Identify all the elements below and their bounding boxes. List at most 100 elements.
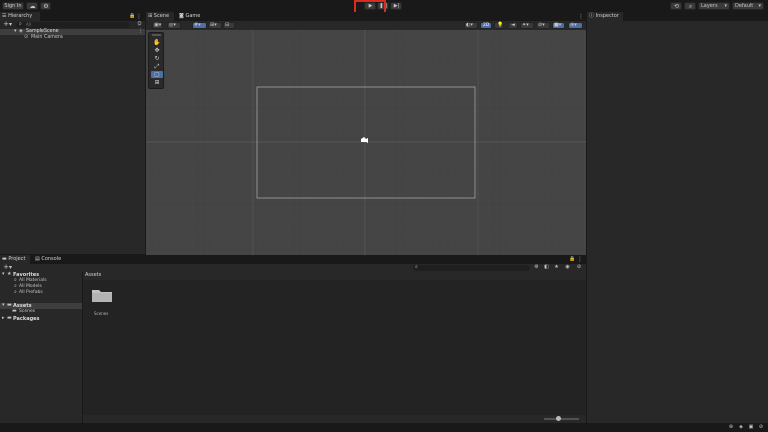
tree-item-label: All Models — [19, 284, 42, 289]
scene-viewport[interactable]: ✋ ✥ ↻ ⤢ ▢ ⊞ — [146, 30, 586, 255]
tree-row-packages[interactable]: ▸ ▬ Packages — [0, 315, 82, 322]
tree-row-scenes[interactable]: ▬ Scenes — [0, 308, 82, 315]
transform-tool-button[interactable]: ⊞ — [151, 79, 163, 86]
tab-hierarchy-label: Hierarchy — [8, 13, 33, 19]
asset-item[interactable]: Scenes — [89, 287, 115, 317]
search-button[interactable]: ⌕ — [684, 2, 696, 10]
tab-scene[interactable]: ⊞ Scene — [146, 12, 174, 21]
increment-button[interactable]: ⊟ — [223, 22, 235, 29]
step-icon: ▶| — [393, 3, 400, 9]
folder-icon: ▬ — [7, 315, 12, 321]
effects-dropdown[interactable]: ✦▾ — [520, 22, 534, 29]
collab-button[interactable]: ⚙ — [40, 2, 51, 10]
gizmos-dropdown[interactable]: ⊕▾ — [568, 22, 583, 29]
scenes-label: Scenes — [19, 309, 36, 314]
chevron-down-icon[interactable]: ▾ — [8, 21, 13, 28]
camera-icon: ⊙ — [24, 34, 29, 40]
mode-2d-button[interactable]: 2D — [480, 22, 492, 29]
lighting-button[interactable]: 💡 — [494, 22, 504, 29]
network-icon[interactable]: ⊛ — [727, 424, 735, 431]
layout-dropdown[interactable]: Default ▾ — [732, 2, 764, 10]
packages-label: Packages — [13, 316, 40, 322]
breadcrumb[interactable]: Assets — [85, 272, 101, 278]
layers-dropdown[interactable]: Layers ▾ — [698, 2, 730, 10]
asset-footer — [83, 415, 586, 423]
scene-name: SampleScene — [26, 29, 59, 34]
view-tool-button[interactable]: ✋ — [151, 39, 163, 46]
save-search-icon[interactable]: ★ — [553, 264, 560, 271]
sphere-icon: ◐▾ — [466, 22, 473, 28]
lock-icon[interactable]: 🔒 — [569, 256, 575, 263]
more-options-icon[interactable]: ⋮ — [578, 13, 584, 20]
star-icon: ★ — [7, 271, 12, 277]
mode-2d-label: 2D — [483, 23, 490, 28]
tab-console[interactable]: ▤ Console — [33, 255, 63, 264]
snap-increment-dropdown[interactable]: ⊞▾ — [208, 22, 222, 29]
grid-snap-dropdown[interactable]: #▾ — [192, 22, 207, 29]
tab-game[interactable]: ◙ Game — [177, 12, 205, 21]
sign-in-button[interactable]: Sign In — [2, 2, 24, 10]
draw-mode-icon: ▣▾ — [154, 22, 162, 28]
shading-dropdown[interactable]: ◐▾ — [464, 22, 478, 29]
cloud-icon: ☁ — [29, 3, 36, 10]
tab-inspector[interactable]: ⓘ Inspector — [587, 12, 623, 21]
hidden-objects-button[interactable]: ⊘▾ — [536, 22, 550, 29]
history-icon: ⟲ — [673, 3, 680, 10]
expand-arrow-icon[interactable]: ▾ — [2, 271, 5, 277]
filter-icon[interactable]: ⛭ — [136, 21, 143, 28]
tool-palette-handle[interactable] — [152, 34, 161, 36]
tab-inspector-label: Inspector — [595, 13, 619, 19]
search-by-label-icon[interactable]: ◧ — [543, 264, 550, 271]
more-options-icon[interactable]: ⋮ — [577, 256, 583, 263]
bug-icon[interactable]: ▣ — [747, 424, 755, 431]
tree-item-label: All Prefabs — [19, 290, 43, 295]
hierarchy-panel: + ▾ ⌕ All ⛭ ▾ ◈ SampleScene ⋮ ⊙ Main Cam… — [0, 21, 145, 254]
progress-icon[interactable]: ◈ — [737, 424, 745, 431]
move-tool-button[interactable]: ✥ — [151, 47, 163, 54]
scale-tool-button[interactable]: ⤢ — [151, 63, 163, 70]
transform-icon: ⊞ — [154, 79, 160, 86]
tab-scene-label: Scene — [153, 13, 170, 19]
tool-palette: ✋ ✥ ↻ ⤢ ▢ ⊞ — [148, 32, 164, 89]
project-tabbar: ▬ Project ▤ Console 🔒 ⋮ — [0, 255, 586, 264]
expand-arrow-icon[interactable]: ▾ — [2, 302, 5, 308]
expand-arrow-icon[interactable]: ▾ — [14, 28, 17, 34]
hierarchy-search-placeholder: All — [26, 22, 31, 27]
pivot-dropdown[interactable]: ◎▾ — [167, 22, 181, 29]
folder-icon — [92, 290, 112, 302]
hierarchy-item[interactable]: ⊙ Main Camera — [0, 34, 145, 41]
rotate-tool-button[interactable]: ↻ — [151, 55, 163, 62]
lock-icon[interactable]: 🔒 — [129, 13, 135, 20]
asset-browser: Assets Scenes — [83, 272, 586, 423]
light-bulb-icon: 💡 — [497, 22, 504, 28]
zoom-slider-handle[interactable] — [555, 416, 561, 421]
camera-icon: ■▾ — [554, 22, 562, 28]
step-button[interactable]: ▶| — [390, 2, 402, 10]
scene-grid — [146, 30, 586, 255]
tab-console-label: Console — [41, 256, 62, 262]
draw-mode-dropdown[interactable]: ▣▾ — [152, 22, 163, 29]
more-options-icon[interactable]: ⋮ — [136, 13, 142, 20]
expand-arrow-icon[interactable]: ▸ — [2, 315, 5, 321]
tree-row-favorite[interactable]: ⌕ All Prefabs — [0, 289, 82, 296]
project-search-field[interactable]: ⌕ — [413, 264, 530, 271]
debug-mode-icon[interactable]: ⊘ — [757, 424, 765, 431]
more-options-icon[interactable]: ⋮ — [138, 28, 143, 34]
visibility-icon[interactable]: ◉ — [564, 264, 571, 271]
scale-icon: ⤢ — [154, 63, 160, 70]
effects-icon: ✦▾ — [522, 22, 529, 28]
rect-tool-button[interactable]: ▢ — [151, 71, 163, 78]
tab-game-label: Game — [185, 13, 201, 19]
history-button[interactable]: ⟲ — [670, 2, 682, 10]
audio-button[interactable]: ◄ — [508, 22, 518, 29]
cloud-button[interactable]: ☁ — [26, 2, 38, 10]
chevron-down-icon[interactable]: ▾ — [8, 264, 13, 271]
zoom-slider[interactable] — [544, 416, 579, 421]
search-by-type-icon[interactable]: ⚙ — [533, 264, 540, 271]
chevron-down-icon: ▾ — [758, 3, 761, 9]
search-icon: ⌕ — [14, 289, 17, 295]
divider — [145, 12, 146, 255]
hierarchy-search-field[interactable]: ⌕ All — [16, 21, 130, 28]
camera-settings-dropdown[interactable]: ■▾ — [552, 22, 565, 29]
hidden-packages-icon[interactable]: ⊘ — [575, 264, 583, 271]
